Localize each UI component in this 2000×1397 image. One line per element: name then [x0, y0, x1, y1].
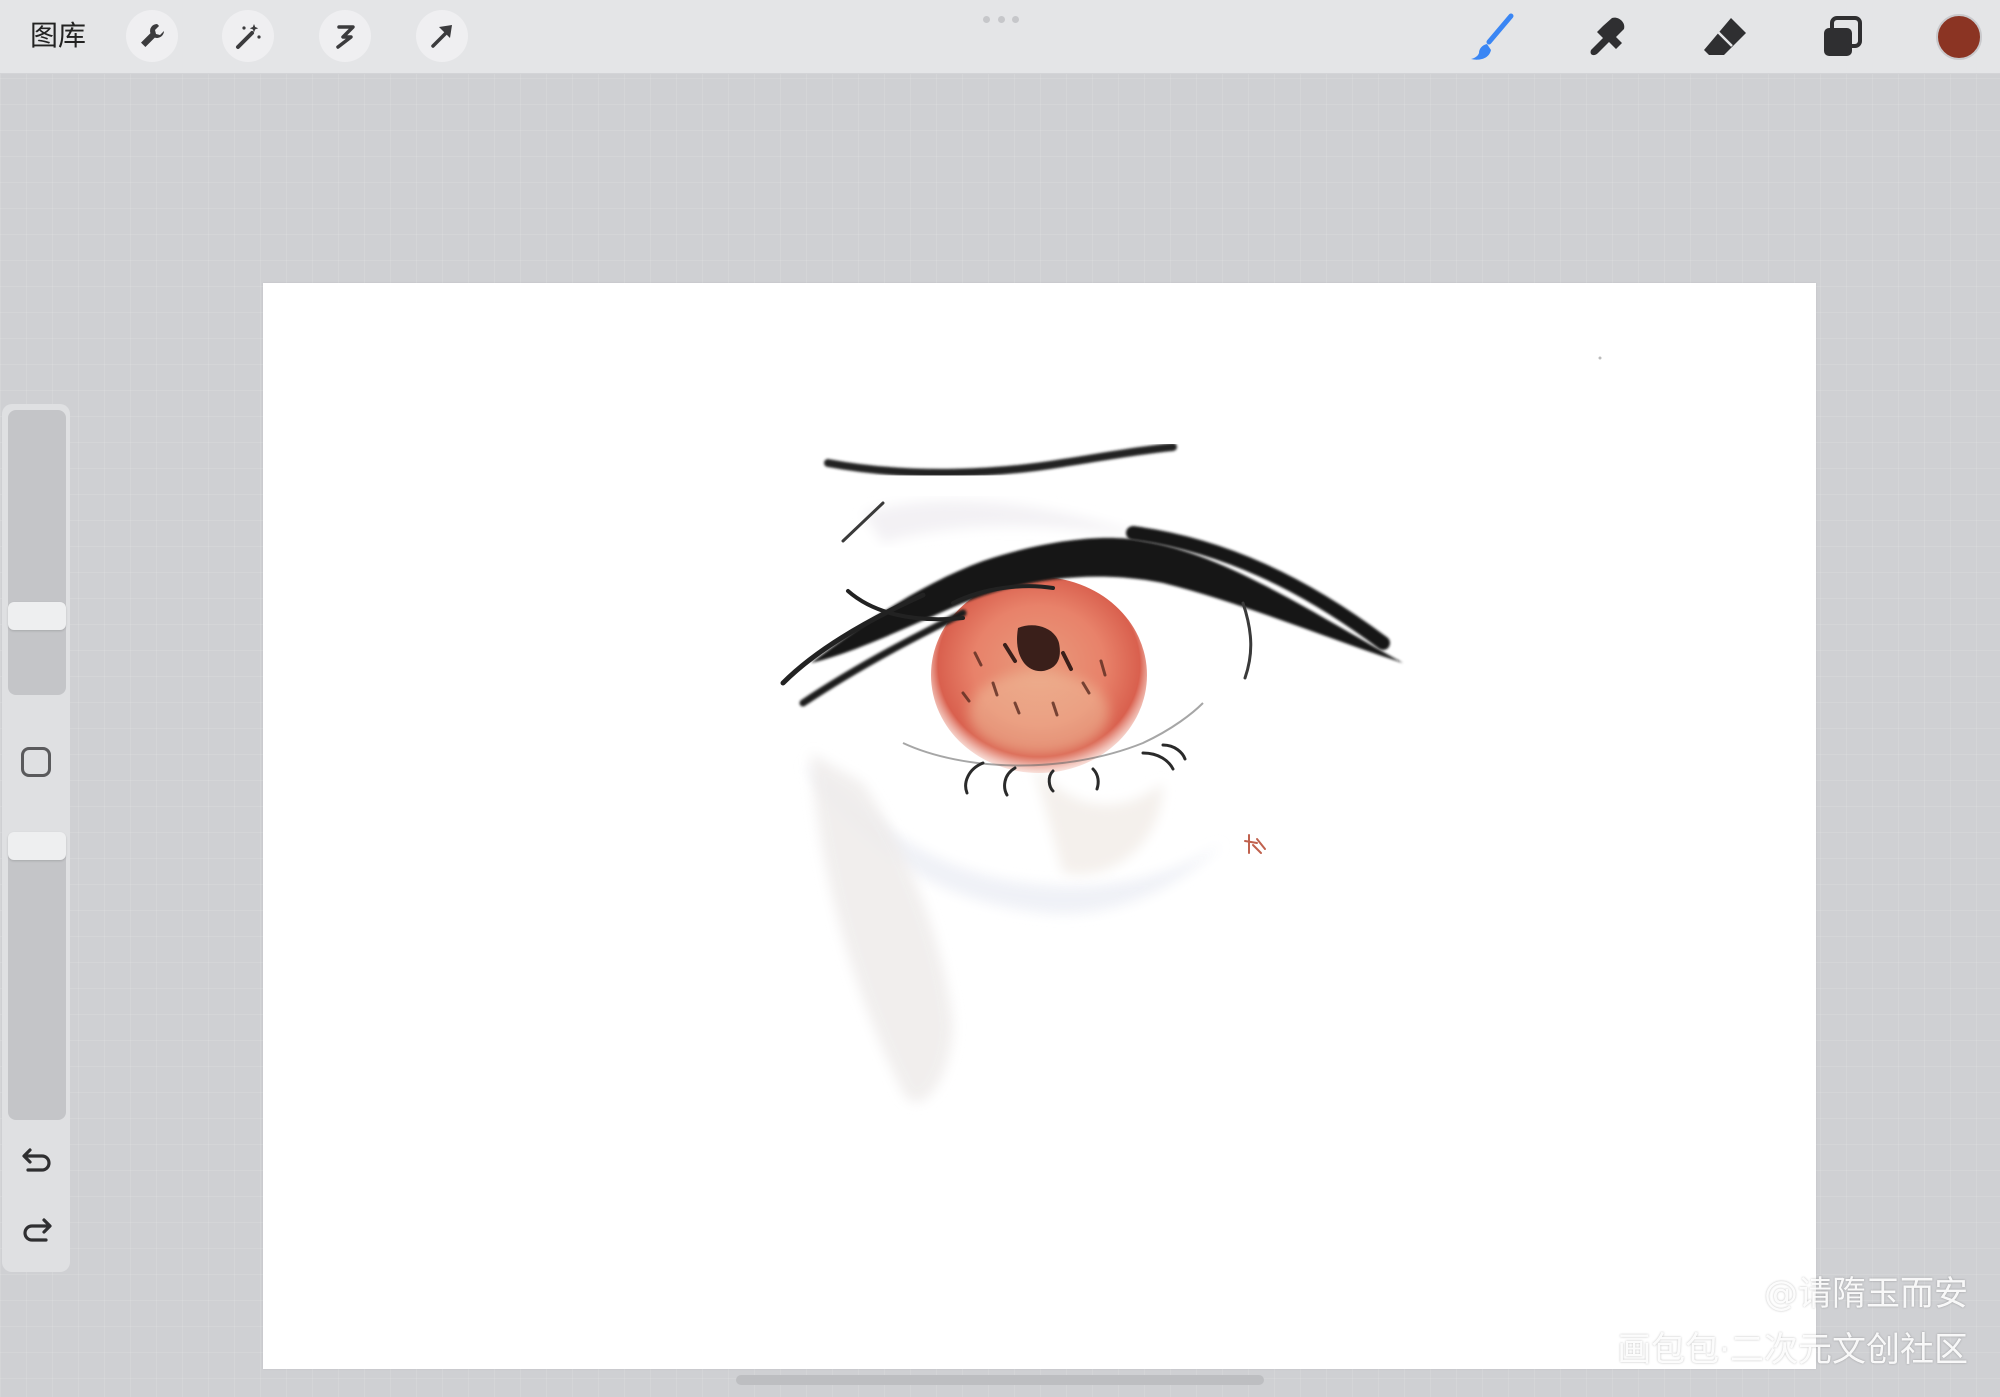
opacity-handle[interactable]	[8, 832, 66, 860]
modify-square-icon[interactable]	[21, 747, 51, 777]
layers-button[interactable]	[1814, 10, 1870, 66]
brush-tool-button[interactable]	[1463, 10, 1519, 66]
eraser-icon	[1704, 18, 1746, 55]
left-sidebar	[2, 404, 70, 1272]
selection-icon	[336, 25, 355, 49]
color-picker-button[interactable]	[1936, 14, 1982, 60]
eye-artwork	[780, 356, 1602, 1103]
wrench-icon	[141, 24, 164, 47]
home-indicator[interactable]	[736, 1375, 1264, 1385]
adjustments-button[interactable]	[222, 10, 274, 62]
move-arrow-icon	[431, 25, 452, 48]
magic-wand-icon	[236, 24, 261, 49]
grabber-dot	[997, 16, 1005, 23]
opacity-slider[interactable]	[8, 832, 66, 1120]
eraser-tool-button[interactable]	[1697, 10, 1753, 66]
smudge-icon	[1590, 17, 1625, 56]
transform-button[interactable]	[416, 10, 468, 62]
brush-size-slider[interactable]	[8, 410, 66, 695]
undo-icon[interactable]	[18, 1140, 56, 1178]
top-toolbar: 图库	[0, 0, 2000, 74]
toolbar-grabber[interactable]	[983, 16, 1019, 24]
actions-button[interactable]	[126, 10, 178, 62]
gallery-button[interactable]: 图库	[30, 18, 86, 54]
watermark-site: 画包包·二次元文创社区	[1617, 1330, 1968, 1370]
brush-icon	[1471, 13, 1514, 60]
brush-size-handle[interactable]	[8, 602, 66, 630]
drawing-canvas[interactable]	[263, 283, 1816, 1369]
watermark-author: @请隋玉而安	[1764, 1274, 1968, 1314]
smudge-tool-button[interactable]	[1580, 10, 1636, 66]
grabber-dot	[1012, 16, 1019, 23]
selection-button[interactable]	[319, 10, 371, 62]
redo-icon[interactable]	[18, 1210, 56, 1248]
layers-icon	[1824, 16, 1862, 56]
grabber-dot	[983, 16, 990, 23]
